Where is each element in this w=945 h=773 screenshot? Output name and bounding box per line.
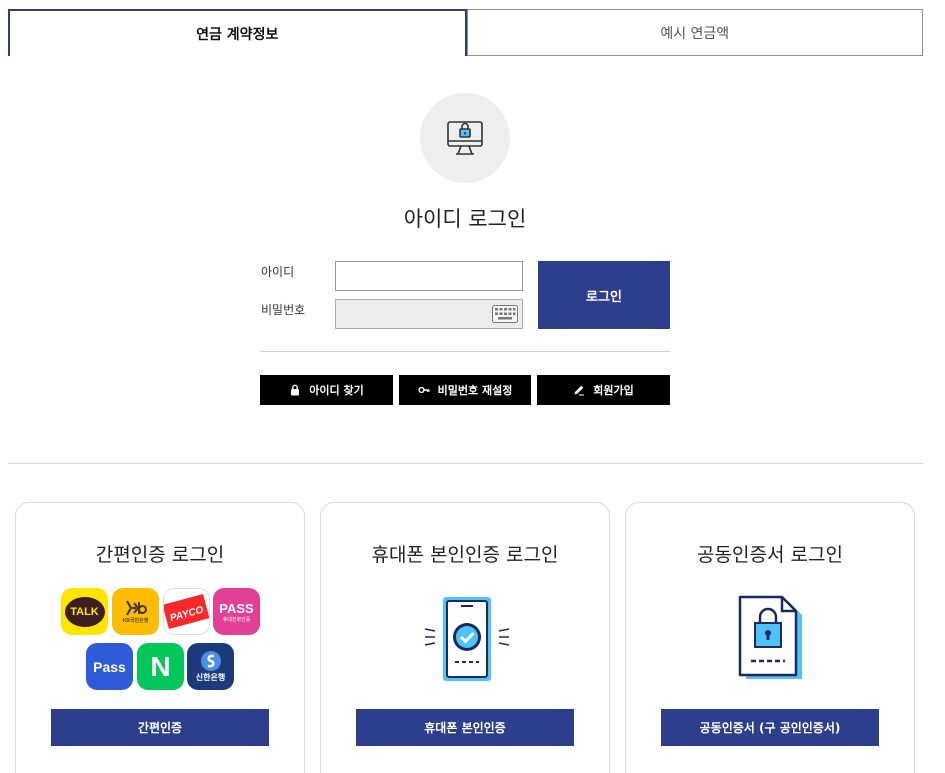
login-title: 아이디 로그인 <box>403 207 527 231</box>
monitor-lock-icon <box>420 93 510 183</box>
card-certificate: 공동인증서 로그인 공동인증서 (구 공인인증서) <box>625 502 915 773</box>
pass-app-icon: PASS 휴대전화인증 <box>213 588 260 635</box>
tab-bar: 연금 계약정보 예시 연금액 <box>8 9 923 56</box>
virtual-keyboard-icon[interactable] <box>492 305 518 323</box>
lock-icon <box>291 384 300 396</box>
find-id-button[interactable]: 아이디 찾기 <box>260 375 393 405</box>
certificate-auth-button[interactable]: 공동인증서 (구 공인인증서) <box>661 709 879 746</box>
card-simple-auth: 간편인증 로그인 TALK KB국민은행 PAYCO PASS 휴대전화인증 P… <box>15 502 305 773</box>
tab-contract-info[interactable]: 연금 계약정보 <box>8 9 467 56</box>
card-title-certificate: 공동인증서 로그인 <box>697 544 843 566</box>
shinhan-bank-icon: 신한은행 <box>187 643 234 690</box>
naver-icon: N <box>137 643 184 690</box>
reset-password-button[interactable]: 비밀번호 재설정 <box>399 375 531 405</box>
simple-auth-button[interactable]: 간편인증 <box>51 709 269 746</box>
section-divider <box>8 463 923 464</box>
find-id-label: 아이디 찾기 <box>309 384 364 397</box>
pencil-icon <box>574 385 585 396</box>
card-title-phone-auth: 휴대폰 본인인증 로그인 <box>371 544 559 566</box>
id-input[interactable] <box>335 261 523 291</box>
key-icon <box>418 386 430 394</box>
divider <box>260 351 670 352</box>
signup-button[interactable]: 회원가입 <box>537 375 670 405</box>
signup-label: 회원가입 <box>593 384 634 397</box>
login-button[interactable]: 로그인 <box>538 261 670 329</box>
reset-password-label: 비밀번호 재설정 <box>437 384 513 397</box>
payco-icon: PAYCO <box>163 588 210 635</box>
certificate-lock-icon <box>738 595 802 679</box>
phone-auth-button[interactable]: 휴대폰 본인인증 <box>356 709 574 746</box>
tab-example-pension[interactable]: 예시 연금액 <box>466 9 923 56</box>
card-phone-auth: 휴대폰 본인인증 로그인 휴대폰 본인인증 <box>320 502 610 773</box>
password-label: 비밀번호 <box>261 303 306 317</box>
phone-check-icon <box>424 597 510 681</box>
id-label: 아이디 <box>261 265 295 279</box>
pass-blue-icon: Pass <box>86 643 133 690</box>
card-title-simple-auth: 간편인증 로그인 <box>95 544 225 566</box>
kb-bank-icon: KB국민은행 <box>112 588 159 635</box>
kakao-talk-icon: TALK <box>61 588 108 635</box>
